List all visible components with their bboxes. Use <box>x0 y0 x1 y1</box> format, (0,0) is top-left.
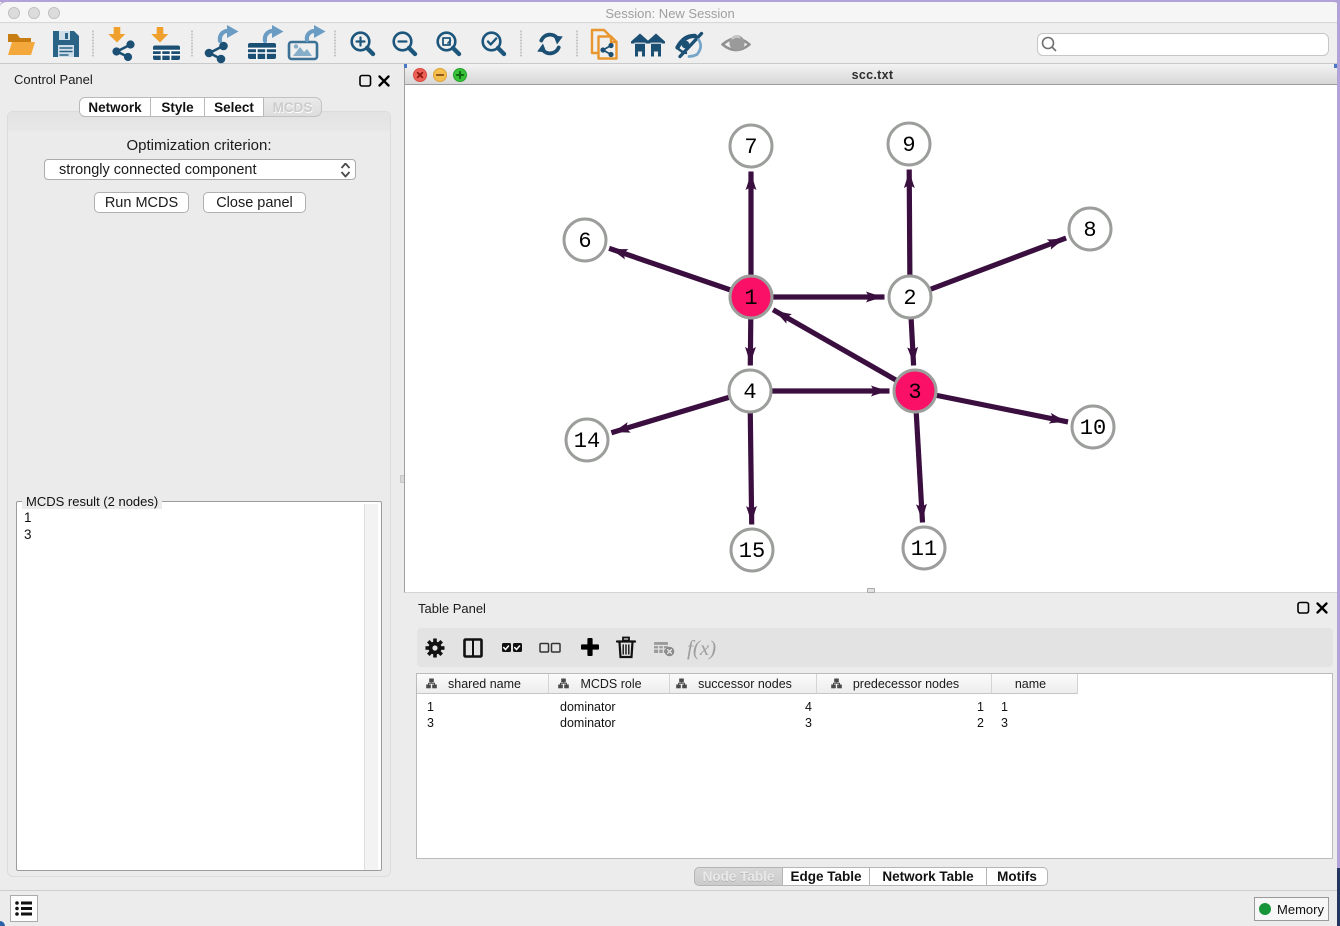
svg-text:7: 7 <box>744 135 757 160</box>
svg-text:2: 2 <box>903 286 916 311</box>
svg-text:4: 4 <box>743 380 756 405</box>
svg-text:14: 14 <box>574 429 600 454</box>
svg-text:9: 9 <box>902 133 915 158</box>
svg-text:f(x): f(x) <box>687 636 716 660</box>
svg-text:8: 8 <box>1083 218 1096 243</box>
svg-text:3: 3 <box>908 380 921 405</box>
svg-text:6: 6 <box>578 229 591 254</box>
svg-text:11: 11 <box>911 537 937 562</box>
svg-text:15: 15 <box>739 539 765 564</box>
svg-text:1: 1 <box>744 286 757 311</box>
svg-text:10: 10 <box>1080 416 1106 441</box>
